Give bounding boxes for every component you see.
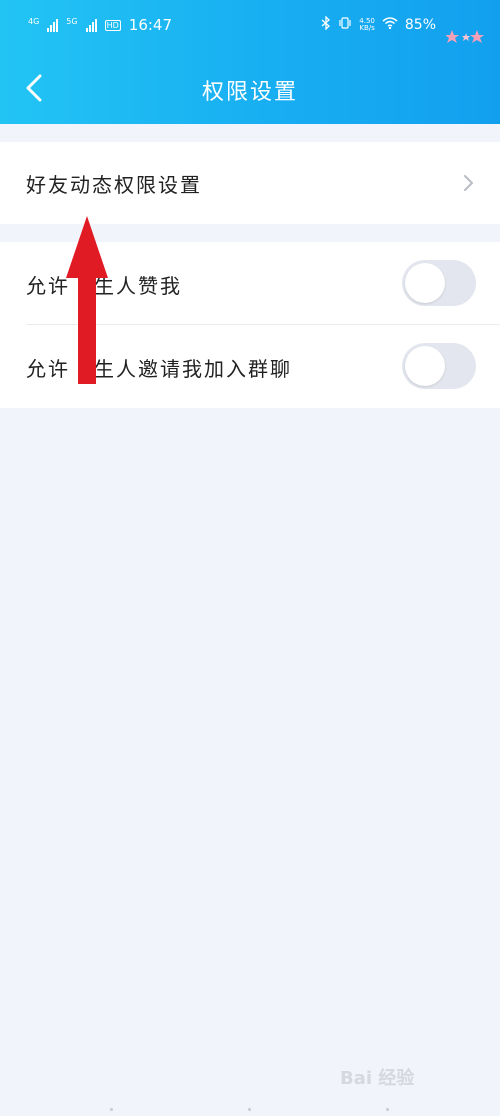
status-bar: 4G 5G HD 16:47 4.50 KB/s 85%	[0, 12, 500, 43]
net-speed: 4.50 KB/s	[359, 18, 375, 32]
toggle-knob	[405, 346, 445, 386]
battery-level: 85%	[404, 17, 436, 33]
net-speed-unit: KB/s	[359, 24, 375, 32]
allow-stranger-group-invite-label-suffix: 生人邀请我加入群聊	[94, 357, 292, 381]
navigation-bar: 权限设置	[0, 62, 500, 114]
clock: 16:47	[128, 16, 173, 34]
baidu-jingyan-watermark: Bai 经验	[340, 1068, 415, 1089]
wifi-icon	[382, 17, 398, 33]
dot	[248, 1108, 251, 1111]
bottom-dots	[0, 1108, 500, 1112]
hd-voice-icon: HD	[104, 19, 121, 31]
red-up-arrow	[66, 216, 108, 384]
friend-feed-card: 好友动态权限设置	[0, 142, 500, 224]
allow-stranger-group-invite-toggle[interactable]	[402, 343, 476, 389]
page-title: 权限设置	[201, 80, 298, 105]
vibrate-icon	[338, 16, 352, 34]
allow-stranger-like-label-prefix: 允许	[26, 274, 70, 298]
app-header: 4G 5G HD 16:47 4.50 KB/s 85% 权限设置	[0, 0, 500, 124]
allow-stranger-like-toggle[interactable]	[402, 260, 476, 306]
network-type-1: 4G	[28, 17, 40, 26]
sticker-icon	[446, 30, 484, 43]
dot	[110, 1108, 113, 1111]
network-type-2: 5G	[66, 17, 78, 26]
friend-feed-permission-row[interactable]: 好友动态权限设置	[0, 142, 500, 224]
dot	[386, 1108, 389, 1111]
chevron-right-icon	[464, 175, 473, 191]
bluetooth-icon	[321, 15, 331, 34]
toggle-knob	[405, 263, 445, 303]
signal-icon-1	[47, 18, 59, 32]
friend-feed-permission-label: 好友动态权限设置	[26, 173, 202, 197]
allow-stranger-group-invite-label-prefix: 允许	[26, 357, 70, 381]
signal-icon-2	[85, 18, 97, 32]
